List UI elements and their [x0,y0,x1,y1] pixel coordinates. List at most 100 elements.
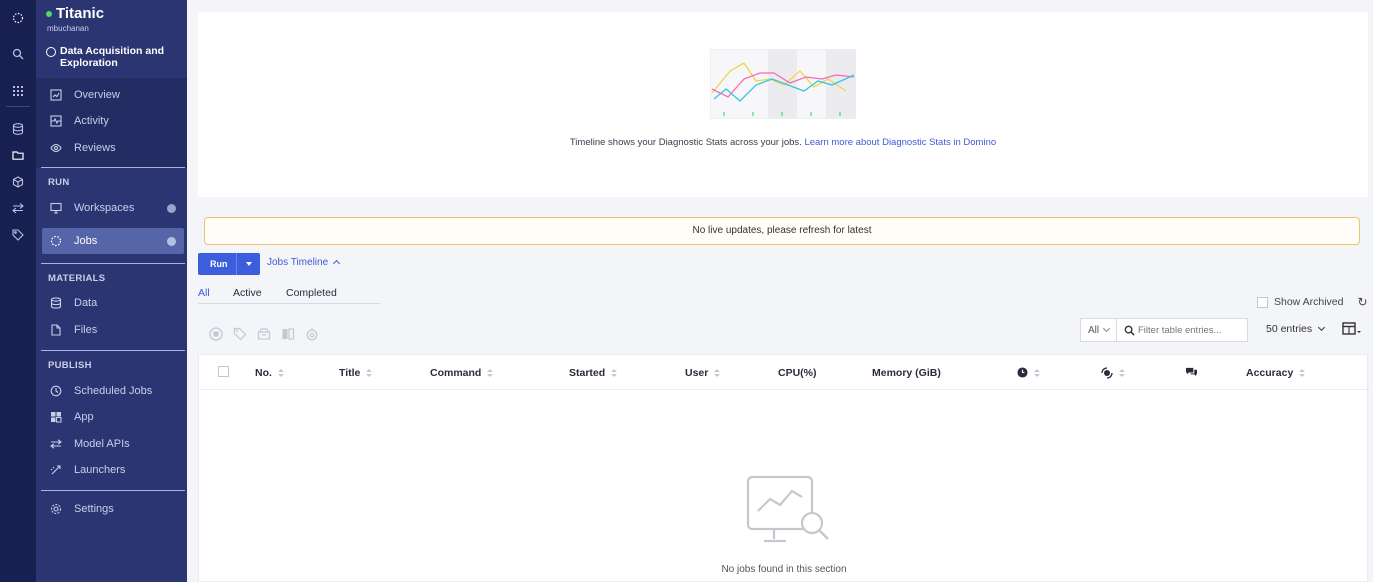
tag-icon[interactable] [0,225,36,245]
empty-state-message: No jobs found in this section [721,564,847,575]
archive-icon[interactable] [257,327,271,341]
timeline-text: Timeline shows your Diagnostic Stats acr… [569,137,802,148]
project-sidebar: Titanic mbuchanan Data Acquisition and E… [36,0,187,582]
tab-all[interactable]: All [198,287,210,299]
overview-icon [48,87,64,103]
tab-completed[interactable]: Completed [286,287,337,299]
show-archived-checkbox[interactable] [1257,296,1268,308]
sort-icon [487,369,494,377]
hardware-status-icon [1101,367,1113,379]
section-divider [41,490,185,491]
stop-icon[interactable] [209,327,223,341]
jobs-timeline-label: Jobs Timeline [267,257,329,268]
sidebar-item-overview[interactable]: Overview [42,82,184,108]
column-header-hardware[interactable] [1101,367,1125,379]
chevron-down-icon [1103,324,1111,333]
sort-icon [366,369,373,377]
sidebar-item-scheduled-jobs[interactable]: Scheduled Jobs [42,378,184,404]
project-name[interactable]: Titanic [56,5,104,22]
sidebar-item-label: Settings [74,503,114,515]
column-label: CPU(%) [778,367,817,379]
sidebar-item-label: Data [74,297,98,309]
sidebar-item-files[interactable]: Files [42,317,184,343]
database-icon[interactable] [0,119,36,139]
column-settings-icon[interactable] [1342,322,1362,336]
sort-icon [277,369,284,377]
column-label: Started [569,367,606,379]
clock-icon [48,383,64,399]
column-header-cpu[interactable]: CPU(%) [778,367,817,379]
timeline-card: Timeline shows your Diagnostic Stats acr… [198,12,1368,197]
project-stage[interactable]: Data Acquisition and Exploration [46,45,180,69]
filter-scope-select[interactable]: All [1081,319,1117,341]
sort-icon [714,369,721,377]
select-all-checkbox[interactable] [218,366,229,377]
transfer-icon[interactable] [0,198,36,218]
run-dropdown-caret-icon[interactable] [246,262,252,266]
filter-scope-value: All [1088,324,1100,336]
sort-icon [1119,369,1125,377]
domino-logo-icon[interactable] [0,8,36,28]
compare-icon[interactable] [281,327,295,341]
column-label: No. [255,367,272,379]
column-header-title[interactable]: Title [339,367,373,379]
show-archived-label: Show Archived [1274,296,1344,308]
filter-table-input[interactable] [1138,324,1238,336]
sidebar-item-reviews[interactable]: Reviews [42,135,184,161]
column-header-accuracy[interactable]: Accuracy [1246,367,1306,379]
model-apis-icon [48,436,64,452]
icon-rail [0,0,36,582]
empty-chart-illustration-icon [746,475,829,543]
column-label: Memory (GiB) [872,367,941,379]
timeline-description: Timeline shows your Diagnostic Stats acr… [198,137,1368,148]
grid-apps-icon[interactable] [0,81,36,101]
column-header-duration[interactable] [1017,367,1040,378]
workspaces-icon [48,200,64,216]
tab-active[interactable]: Active [233,287,262,299]
sidebar-item-jobs[interactable]: Jobs [42,228,184,254]
live-updates-banner: No live updates, please refresh for late… [204,217,1360,245]
models-cube-icon[interactable] [0,172,36,192]
reviews-icon [48,140,64,156]
column-header-comments[interactable] [1185,367,1198,378]
diagnostic-stats-link[interactable]: Learn more about Diagnostic Stats in Dom… [804,137,996,148]
main-content: Timeline shows your Diagnostic Stats acr… [187,0,1373,582]
jobs-icon [48,233,64,249]
sidebar-item-label: Activity [74,115,109,127]
project-owner[interactable]: mbuchanan [47,24,104,33]
sidebar-item-launchers[interactable]: Launchers [42,457,184,483]
clock-icon [1017,367,1028,378]
projects-folder-icon[interactable] [0,145,36,165]
sidebar-item-label: Launchers [74,464,126,476]
entries-per-page-select[interactable]: 50 entries [1266,323,1326,335]
column-header-user[interactable]: User [685,367,721,379]
column-header-no[interactable]: No. [255,367,284,379]
run-button-label: Run [210,259,228,269]
run-button[interactable]: Run [198,253,260,275]
column-header-started[interactable]: Started [569,367,618,379]
jobs-timeline-toggle[interactable]: Jobs Timeline [267,257,341,268]
settings-cog-icon[interactable] [305,327,319,341]
sidebar-item-workspaces[interactable]: Workspaces [42,195,184,221]
refresh-icon[interactable]: ↻ [1357,295,1367,309]
gear-icon [48,501,64,517]
sidebar-item-activity[interactable]: Activity [42,108,184,134]
section-publish: PUBLISH [48,360,92,371]
column-label: User [685,367,709,379]
column-label: Title [339,367,361,379]
sidebar-item-data[interactable]: Data [42,290,184,316]
sidebar-item-label: Model APIs [74,438,130,450]
sidebar-item-label: Scheduled Jobs [74,385,153,397]
filter-search-box [1117,319,1247,341]
column-header-memory[interactable]: Memory (GiB) [872,367,941,379]
project-header: Titanic mbuchanan [46,5,104,33]
bulk-actions-toolbar [209,327,319,341]
tag-icon[interactable] [233,327,247,341]
column-header-command[interactable]: Command [430,367,494,379]
sidebar-item-app[interactable]: App [42,404,184,430]
sidebar-item-model-apis[interactable]: Model APIs [42,431,184,457]
search-icon[interactable] [0,44,36,64]
sidebar-item-settings[interactable]: Settings [42,496,184,522]
column-label: Command [430,367,482,379]
search-icon [1124,325,1135,336]
